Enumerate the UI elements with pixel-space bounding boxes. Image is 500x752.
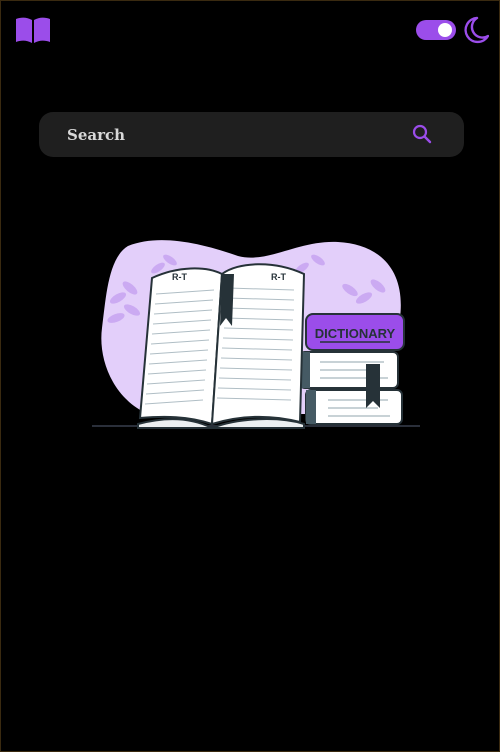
search-bar: [39, 112, 464, 157]
page-header-left: R-T: [172, 272, 187, 282]
moon-icon[interactable]: [461, 16, 489, 44]
stacked-books: DICTIONARY: [299, 313, 405, 425]
dark-mode-toggle[interactable]: [416, 20, 456, 40]
page-header-right: R-T: [271, 272, 286, 282]
dictionary-label: DICTIONARY: [315, 326, 396, 341]
search-icon[interactable]: [412, 124, 432, 144]
dictionary-illustration: DICTIONARY R-T R-T: [92, 240, 420, 430]
open-book: R-T R-T: [137, 263, 306, 430]
toggle-knob: [438, 23, 452, 37]
search-input[interactable]: [67, 112, 397, 157]
open-book-icon[interactable]: [15, 16, 51, 44]
header: [0, 0, 500, 60]
